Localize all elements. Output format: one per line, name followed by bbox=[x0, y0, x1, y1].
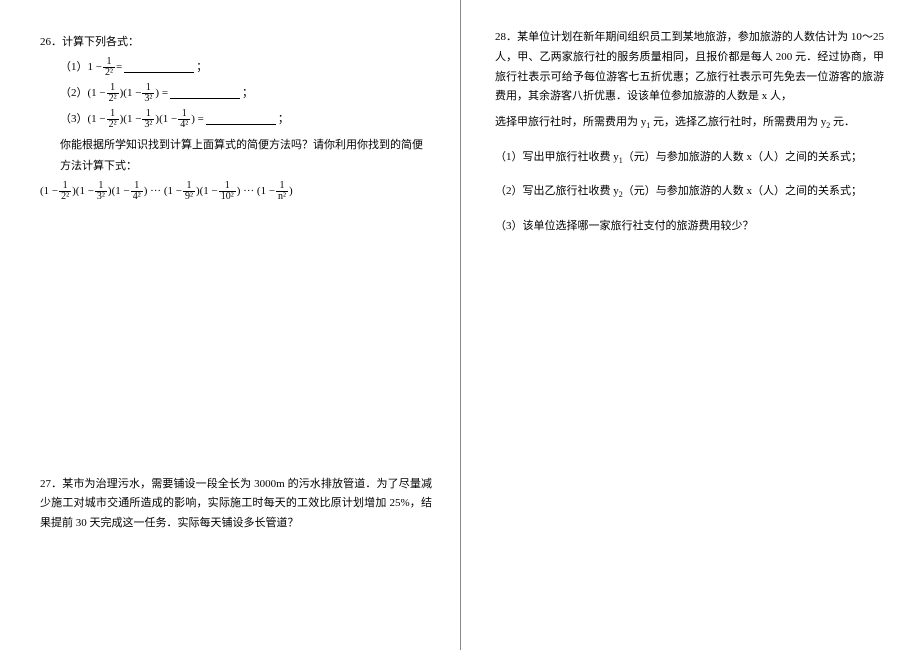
frac-icon: 12² bbox=[107, 109, 119, 131]
item-2: （2） (1 − 12² )(1 − 13² ) = ； bbox=[60, 83, 432, 105]
d: 2² bbox=[59, 191, 71, 203]
d: 2² bbox=[107, 93, 119, 105]
txt: 元，选择乙旅行社时，所需费用为 y bbox=[650, 116, 826, 128]
prob-num: 27． bbox=[40, 478, 62, 490]
txt: 选择甲旅行社时，所需费用为 y bbox=[495, 116, 646, 128]
n: 1 bbox=[184, 181, 193, 192]
frac-icon: 14² bbox=[178, 109, 190, 131]
intro-text: 某单位计划在新年期间组织员工到某地旅游，参加旅游的人数估计为 10～25 人，甲… bbox=[495, 31, 884, 102]
frac-icon: 13² bbox=[142, 109, 154, 131]
n: 1 bbox=[96, 181, 105, 192]
n: 1 bbox=[144, 109, 153, 120]
item3-prefix: （3） bbox=[60, 109, 88, 130]
d: 3² bbox=[142, 119, 154, 131]
frac-icon: 12² bbox=[107, 83, 119, 105]
txt: (1 − bbox=[88, 109, 106, 130]
txt: ) ··· (1 − bbox=[144, 181, 182, 202]
explain-line: 你能根据所学知识找到计算上面算式的简便方法吗？请你利用你找到的简便方法计算下式： bbox=[60, 135, 432, 177]
explain-text: 你能根据所学知识找到计算上面算式的简便方法吗？请你利用你找到的简便方法计算下式： bbox=[60, 135, 432, 177]
item1-prefix: （1） bbox=[60, 57, 88, 78]
frac-icon: 13² bbox=[142, 83, 154, 105]
final-expression: (1 − 12² )(1 − 13² )(1 − 14² ) ··· (1 − … bbox=[40, 181, 432, 203]
frac-icon: 1n² bbox=[276, 181, 288, 203]
n: 1 bbox=[223, 181, 232, 192]
txt: ； bbox=[196, 57, 207, 78]
blank-line bbox=[170, 88, 240, 99]
txt: ) ··· (1 − bbox=[237, 181, 275, 202]
frac-icon: 13² bbox=[95, 181, 107, 203]
d: 3² bbox=[95, 191, 107, 203]
prob-num: 26． bbox=[40, 32, 62, 53]
item2-prefix: （2） bbox=[60, 83, 88, 104]
txt: )(1 − bbox=[120, 83, 142, 104]
frac-icon: 1 2² bbox=[103, 57, 115, 79]
numer: 1 bbox=[104, 57, 113, 68]
denom: 2² bbox=[103, 67, 115, 79]
n: 1 bbox=[132, 181, 141, 192]
n: 1 bbox=[108, 83, 117, 94]
problem-26: 26． 计算下列各式： （1） 1 − 1 2² = ； （2） (1 − 12… bbox=[40, 32, 432, 203]
txt: 1 − bbox=[88, 57, 102, 78]
d: 4² bbox=[178, 119, 190, 131]
txt: = bbox=[116, 57, 122, 78]
txt: （1）写出甲旅行社收费 y bbox=[495, 151, 619, 163]
item-1: （1） 1 − 1 2² = ； bbox=[60, 57, 432, 79]
prob-title: 计算下列各式： bbox=[62, 32, 139, 53]
blank-line bbox=[124, 62, 194, 73]
d: 9² bbox=[183, 191, 195, 203]
txt: ) bbox=[289, 181, 293, 202]
problem-28: 28．某单位计划在新年期间组织员工到某地旅游，参加旅游的人数估计为 10～25 … bbox=[495, 28, 884, 237]
txt: (1 − bbox=[40, 181, 58, 202]
n: 1 bbox=[61, 181, 70, 192]
d: 2² bbox=[107, 119, 119, 131]
frac-icon: 14² bbox=[131, 181, 143, 203]
problem-27: 27．某市为治理污水，需要铺设一段全长为 3000m 的污水排放管道．为了尽量减… bbox=[40, 475, 432, 534]
txt: （元）与参加旅游的人数 x（人）之间的关系式； bbox=[623, 185, 862, 197]
prob-num: 28． bbox=[495, 31, 517, 43]
txt: 元． bbox=[830, 116, 855, 128]
whitespace bbox=[40, 225, 432, 475]
d: 4² bbox=[131, 191, 143, 203]
n: 1 bbox=[278, 181, 287, 192]
txt: )(1 − bbox=[72, 181, 94, 202]
n: 1 bbox=[180, 109, 189, 120]
frac-icon: 19² bbox=[183, 181, 195, 203]
n: 1 bbox=[144, 83, 153, 94]
d: 10² bbox=[219, 191, 236, 203]
txt: ) = bbox=[191, 109, 204, 130]
txt: ； bbox=[278, 109, 289, 130]
txt: )(1 − bbox=[108, 181, 130, 202]
n: 1 bbox=[108, 109, 117, 120]
txt: (1 − bbox=[88, 83, 106, 104]
txt: )(1 − bbox=[120, 109, 142, 130]
txt: （2）写出乙旅行社收费 y bbox=[495, 185, 619, 197]
frac-icon: 110² bbox=[219, 181, 236, 203]
txt: ； bbox=[242, 83, 253, 104]
txt: )(1 − bbox=[155, 109, 177, 130]
txt: ) = bbox=[155, 83, 168, 104]
d: 3² bbox=[142, 93, 154, 105]
frac-icon: 12² bbox=[59, 181, 71, 203]
txt: （元）与参加旅游的人数 x（人）之间的关系式； bbox=[623, 151, 862, 163]
part3-text: （3）该单位选择哪一家旅行社支付的旅游费用较少？ bbox=[495, 220, 754, 232]
txt: )(1 − bbox=[196, 181, 218, 202]
item-3: （3） (1 − 12² )(1 − 13² )(1 − 14² ) = ； bbox=[60, 109, 432, 131]
blank-line bbox=[206, 114, 276, 125]
prob-text: 某市为治理污水，需要铺设一段全长为 3000m 的污水排放管道．为了尽量减少施工… bbox=[40, 478, 432, 530]
d: n² bbox=[276, 191, 288, 203]
